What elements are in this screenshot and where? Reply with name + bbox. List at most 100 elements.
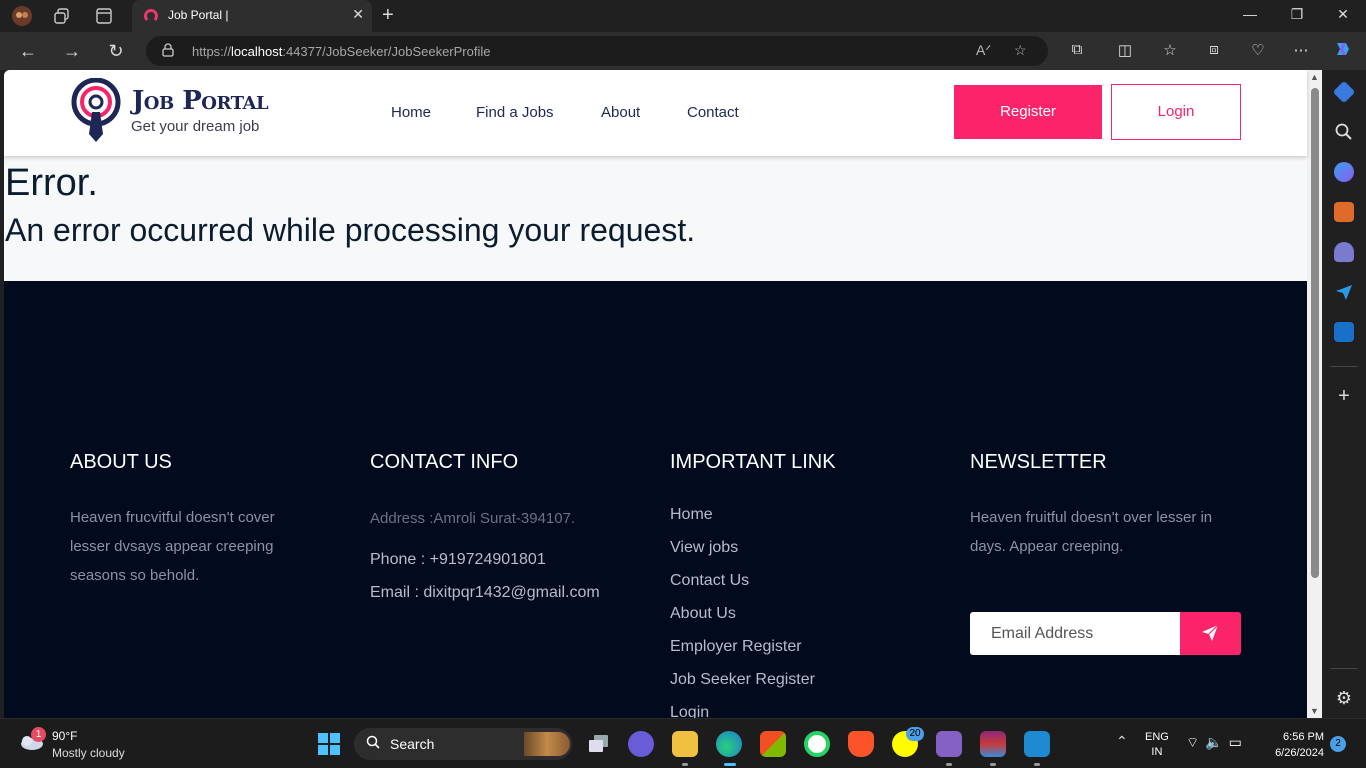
restore-icon[interactable]: ❐ [1287, 6, 1307, 23]
footer-link-job-seeker-register[interactable]: Job Seeker Register [670, 671, 815, 689]
whatsapp-icon[interactable] [804, 731, 830, 757]
weather-description[interactable]: Mostly cloudy [52, 746, 125, 760]
search-icon[interactable] [1334, 122, 1354, 142]
collections-icon[interactable]: ⧈ [1203, 41, 1225, 58]
copilot-sidebar-icon[interactable] [1334, 162, 1354, 182]
footer-link-login[interactable]: Login [670, 704, 709, 718]
add-sidebar-icon[interactable]: + [1334, 386, 1354, 406]
newsletter-email-input[interactable] [970, 612, 1180, 655]
minimize-icon[interactable]: — [1240, 6, 1260, 22]
footer-about-heading: ABOUT US [70, 451, 172, 473]
address-toolbar: ← → ↻ https://localhost:44377/JobSeeker/… [0, 32, 1366, 70]
wifi-icon[interactable]: ⌔ [1186, 734, 1205, 750]
sidebar-divider [1330, 366, 1358, 367]
logo-tagline: Get your dream job [131, 118, 260, 135]
nav-home[interactable]: Home [391, 104, 431, 121]
browser-essentials-icon[interactable]: ♡ [1247, 41, 1269, 59]
footer-contact-heading: CONTACT INFO [370, 451, 519, 473]
clock[interactable]: 6:56 PM 6/26/2024 [1262, 729, 1324, 761]
error-section: Error. An error occurred while processin… [4, 156, 1307, 281]
footer-link-employer-register[interactable]: Employer Register [670, 638, 802, 656]
read-aloud-icon[interactable]: Aᐟ [976, 42, 991, 59]
search-highlight-image [524, 732, 570, 756]
register-button[interactable]: Register [954, 85, 1102, 139]
region-code: IN [1151, 746, 1163, 758]
workspaces-icon[interactable] [51, 5, 73, 27]
tools-briefcase-icon[interactable] [1334, 202, 1354, 222]
newsletter-submit-button[interactable] [1180, 612, 1241, 655]
favorite-star-icon[interactable]: ☆ [1014, 42, 1027, 59]
error-title: Error. [5, 162, 98, 204]
games-icon[interactable] [1334, 242, 1354, 262]
active-indicator [724, 763, 736, 766]
system-tray[interactable]: ⌔🔈▭ [1186, 734, 1248, 752]
tab-close-icon[interactable]: ✕ [352, 6, 364, 23]
url-text: https://localhost:44377/JobSeeker/JobSee… [192, 44, 491, 59]
more-options-icon[interactable]: ⋯ [1290, 41, 1312, 59]
tab-title: Job Portal | [168, 8, 229, 22]
edge-browser-icon[interactable] [716, 731, 742, 757]
outlook-icon[interactable] [1334, 322, 1354, 342]
copilot-icon[interactable] [1332, 41, 1354, 63]
footer-newsletter-text: Heaven fruitful doesn't over lesser in d… [970, 509, 1213, 555]
windows-start-icon[interactable] [318, 733, 340, 755]
task-view-icon[interactable] [586, 731, 612, 757]
vertical-tabs-icon[interactable] [93, 5, 115, 27]
scroll-up-icon[interactable]: ▲ [1310, 72, 1319, 82]
clock-date: 6/26/2024 [1275, 747, 1324, 759]
login-button[interactable]: Login [1111, 84, 1241, 140]
input-language[interactable]: ENG IN [1145, 730, 1169, 760]
windows-taskbar: 1 90°F Mostly cloudy Search 20 ⌃ ENG IN … [0, 718, 1366, 768]
visual-studio-icon[interactable] [936, 731, 962, 757]
footer-newsletter-heading: NEWSLETTER [970, 451, 1107, 473]
profile-avatar-icon[interactable] [11, 5, 33, 27]
logo-title[interactable]: Job Portal [132, 86, 269, 116]
refresh-icon[interactable]: ↻ [104, 40, 128, 62]
paper-plane-icon [1202, 624, 1219, 641]
footer-link-home[interactable]: Home [670, 506, 713, 524]
teams-meet-icon[interactable] [628, 731, 654, 757]
running-indicator [946, 763, 952, 766]
footer-about-text: Heaven frucvitful doesn't cover lesser d… [70, 509, 275, 584]
new-tab-icon[interactable]: + [382, 4, 394, 26]
shopping-tag-icon[interactable] [1332, 80, 1356, 104]
footer-link-about-us[interactable]: About Us [670, 605, 736, 623]
clock-time: 6:56 PM [1283, 731, 1324, 743]
footer-phone: Phone : +919724901801 [370, 551, 546, 568]
taskbar-search[interactable]: Search [354, 728, 572, 760]
battery-icon[interactable]: ▭ [1229, 734, 1248, 750]
forward-icon[interactable]: → [60, 40, 84, 62]
footer-email: Email : dixitpqr1432@gmail.com [370, 584, 600, 601]
page-scrollbar[interactable]: ▲ ▼ [1307, 70, 1322, 718]
extensions-icon[interactable]: ⧉ [1066, 41, 1088, 58]
search-label: Search [390, 736, 435, 752]
footer-link-contact-us[interactable]: Contact Us [670, 572, 749, 590]
nav-contact[interactable]: Contact [687, 104, 739, 121]
split-screen-icon[interactable]: ◫ [1114, 41, 1136, 59]
close-window-icon[interactable]: ✕ [1333, 6, 1353, 23]
winrar-icon[interactable] [980, 731, 1006, 757]
page-viewport: Job Portal Get your dream job Home Find … [4, 70, 1322, 718]
footer-links-heading: IMPORTANT LINK [670, 451, 836, 473]
vscode-icon[interactable] [1024, 731, 1050, 757]
microsoft-store-icon[interactable] [760, 731, 786, 757]
nav-find-jobs[interactable]: Find a Jobs [476, 104, 554, 121]
browser-tab-active[interactable]: Job Portal | ✕ [132, 0, 372, 32]
settings-gear-icon[interactable]: ⚙ [1334, 688, 1354, 708]
file-explorer-icon[interactable] [672, 731, 698, 757]
footer-link-view-jobs[interactable]: View jobs [670, 539, 738, 557]
brave-browser-icon[interactable] [848, 731, 874, 757]
scrollbar-thumb[interactable] [1311, 88, 1319, 578]
notification-badge[interactable]: 2 [1330, 736, 1346, 752]
favorites-icon[interactable]: ☆ [1159, 41, 1181, 59]
show-hidden-icons[interactable]: ⌃ [1116, 733, 1128, 750]
running-indicator [990, 763, 996, 766]
address-bar[interactable]: https://localhost:44377/JobSeeker/JobSee… [146, 36, 1048, 66]
snapchat-badge: 20 [906, 727, 924, 741]
scroll-down-icon[interactable]: ▼ [1310, 706, 1319, 716]
back-icon[interactable]: ← [16, 40, 40, 62]
volume-icon[interactable]: 🔈 [1205, 734, 1228, 750]
weather-temperature[interactable]: 90°F [52, 729, 77, 743]
send-icon[interactable] [1334, 282, 1354, 302]
nav-about[interactable]: About [601, 104, 640, 121]
